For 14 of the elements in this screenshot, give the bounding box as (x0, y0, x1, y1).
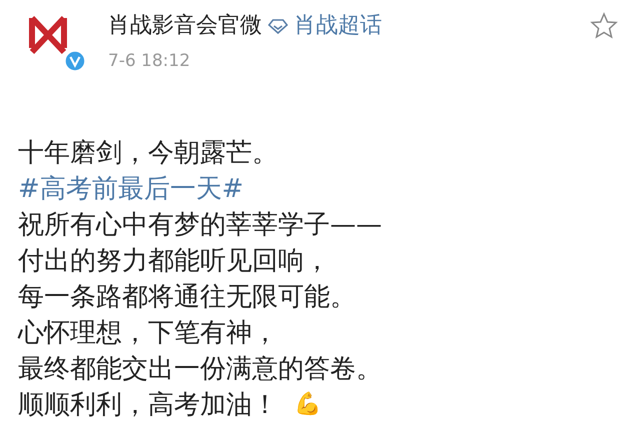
post-time: 7-6 18:12 (108, 50, 192, 73)
diamond-icon (268, 18, 288, 34)
post-text-line: 最终都能交出一份满意的答卷。 (18, 352, 382, 386)
post-text-line: 顺顺利利，高考加油！ (18, 388, 278, 422)
star-icon[interactable] (590, 12, 618, 40)
topic-link[interactable]: 肖战超话 (294, 11, 382, 41)
emoji: 💪 (294, 390, 321, 418)
post-text-line: 付出的努力都能听见回响， (18, 244, 330, 278)
post-text-line: 十年磨剑，今朝露芒。 (18, 136, 278, 170)
post-text-line: 心怀理想，下笔有神， (18, 316, 278, 350)
author-name[interactable]: 肖战影音会官微 (108, 11, 262, 41)
post-text-line: 每一条路都将通往无限可能。 (18, 280, 356, 314)
hashtag-link[interactable]: #高考前最后一天# (18, 170, 244, 206)
post-text-line: 祝所有心中有梦的莘莘学子—— (18, 208, 382, 242)
